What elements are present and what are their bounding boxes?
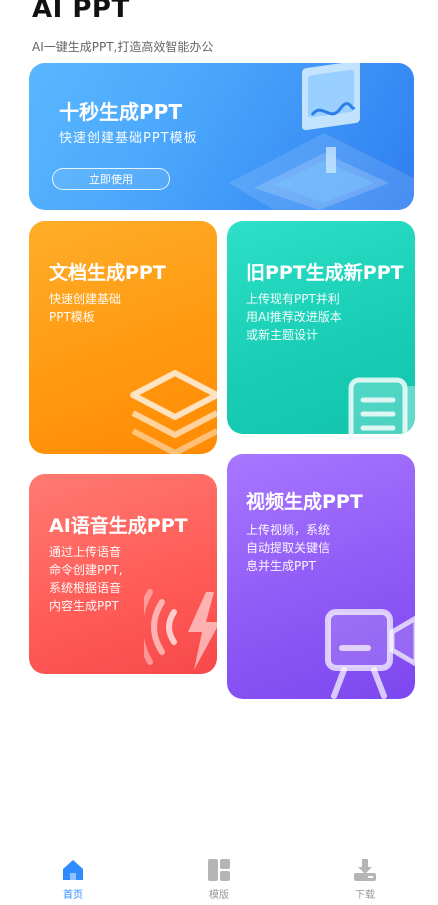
home-page: AI PPT AI一键生成PPT,打造高效智能办公 十秒生成PPT 快速创建基础… [0, 0, 438, 905]
video-card-desc: 上传视频，系统 自动提取关键信 息并生成PPT [246, 523, 331, 573]
start-now-button[interactable]: 立即使用 [52, 168, 170, 190]
old-card-desc: 上传现有PPT并利 用AI推荐改进版本 或新主题设计 [246, 292, 342, 342]
voice-card-title: AI语音生成PPT [49, 515, 188, 537]
voice-to-ppt-card[interactable]: AI语音生成PPT 通过上传语音 命令创建PPT, 系统根据语音 内容生成PPT [29, 474, 217, 674]
nav-download[interactable]: 下载 [292, 852, 438, 905]
nav-home-label: 首页 [63, 890, 83, 901]
home-icon [63, 860, 83, 880]
old-card-title: 旧PPT生成新PPT [246, 262, 404, 284]
banner-desc: 快速创建基础PPT模板 [59, 131, 198, 146]
app-title: AI PPT [32, 0, 130, 24]
download-icon [354, 859, 376, 881]
nav-home[interactable]: 首页 [0, 852, 146, 905]
layers-icon [130, 370, 217, 454]
templates-icon [208, 859, 230, 881]
doc-to-ppt-card[interactable]: 文档生成PPT 快速创建基础 PPT模板 [29, 221, 217, 454]
nav-download-label: 下载 [355, 890, 375, 901]
doc-card-desc: 快速创建基础 PPT模板 [49, 292, 122, 324]
bottom-nav: 首页 模版 下载 [0, 852, 438, 905]
app-subtitle: AI一键生成PPT,打造高效智能办公 [32, 40, 214, 54]
video-camera-icon [325, 609, 415, 699]
voice-card-desc: 通过上传语音 命令创建PPT, 系统根据语音 内容生成PPT [49, 545, 123, 613]
voice-wave-icon [144, 589, 217, 670]
video-card-title: 视频生成PPT [246, 491, 363, 513]
video-to-ppt-card[interactable]: 视频生成PPT 上传视频，系统 自动提取关键信 息并生成PPT [227, 454, 415, 699]
nav-templates[interactable]: 模版 [146, 852, 292, 905]
ppt-board-illustration-icon [229, 63, 414, 210]
old-ppt-to-new-card[interactable]: 旧PPT生成新PPT 上传现有PPT并利 用AI推荐改进版本 或新主题设计 [227, 221, 415, 434]
doc-card-title: 文档生成PPT [49, 262, 166, 284]
banner-title: 十秒生成PPT [59, 100, 182, 124]
nav-templates-label: 模版 [209, 890, 229, 901]
document-list-icon [348, 377, 415, 434]
